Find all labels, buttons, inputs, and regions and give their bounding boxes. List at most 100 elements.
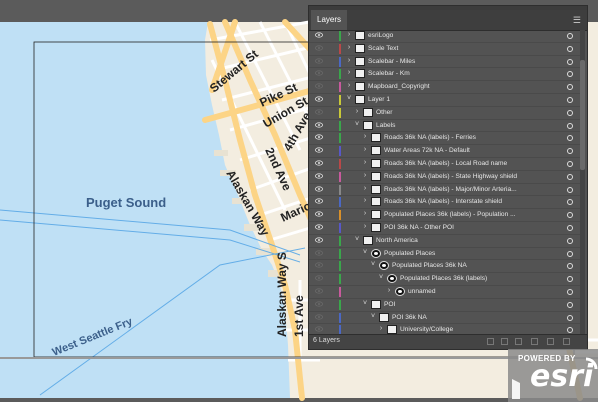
- layer-row[interactable]: ˅ Layer 1: [309, 94, 581, 107]
- target-circle-icon[interactable]: [567, 224, 573, 231]
- layer-row[interactable]: ˅ POI 36k NA: [309, 312, 581, 325]
- target-circle-icon[interactable]: [567, 199, 573, 206]
- target-circle-icon[interactable]: [567, 263, 573, 270]
- lock-toggle[interactable]: [327, 261, 336, 271]
- lock-toggle[interactable]: [327, 95, 336, 105]
- target-circle-icon[interactable]: [567, 173, 573, 180]
- visibility-eye-icon[interactable]: [315, 275, 323, 281]
- lock-toggle[interactable]: [327, 108, 336, 118]
- target-circle-icon[interactable]: [567, 33, 573, 39]
- target-circle-icon[interactable]: [567, 96, 573, 103]
- export-icon[interactable]: [487, 338, 494, 345]
- lock-toggle[interactable]: [327, 223, 336, 233]
- hamburger-menu-icon[interactable]: ☰: [573, 15, 581, 26]
- target-circle-icon[interactable]: [567, 71, 573, 78]
- visibility-eye-icon[interactable]: [315, 301, 323, 307]
- lock-toggle[interactable]: [327, 185, 336, 195]
- layer-row[interactable]: › POI 36k NA - Other POI: [309, 222, 581, 235]
- visibility-eye-icon[interactable]: [315, 121, 323, 128]
- new-layer-icon[interactable]: [547, 338, 554, 345]
- scrollbar-thumb[interactable]: [580, 60, 585, 170]
- target-circle-icon[interactable]: [567, 288, 573, 295]
- lock-toggle[interactable]: [327, 159, 336, 169]
- make-clipping-mask-icon[interactable]: [515, 338, 522, 345]
- visibility-eye-icon[interactable]: [315, 109, 323, 115]
- layer-list-scrollbar[interactable]: [580, 30, 585, 336]
- target-circle-icon[interactable]: [567, 237, 573, 244]
- target-circle-icon[interactable]: [567, 301, 573, 308]
- target-circle-icon[interactable]: [567, 135, 573, 142]
- visibility-eye-icon[interactable]: [315, 288, 323, 294]
- lock-toggle[interactable]: [327, 146, 336, 156]
- chevron-right-icon[interactable]: ›: [361, 146, 369, 153]
- lock-toggle[interactable]: [327, 210, 336, 220]
- lock-toggle[interactable]: [327, 197, 336, 207]
- chevron-down-icon[interactable]: ˅: [377, 274, 385, 281]
- layer-row[interactable]: › Roads 36k NA (labels) - Ferries: [309, 132, 581, 146]
- chevron-right-icon[interactable]: ›: [361, 210, 369, 217]
- visibility-eye-icon[interactable]: [315, 237, 323, 243]
- layer-row[interactable]: ˅ Populated Places 36k (labels): [309, 273, 581, 286]
- visibility-eye-icon[interactable]: [315, 83, 323, 89]
- visibility-eye-icon[interactable]: [315, 211, 323, 217]
- chevron-down-icon[interactable]: ˅: [353, 121, 361, 128]
- layer-row[interactable]: ˅ North America: [309, 235, 581, 248]
- lock-toggle[interactable]: [327, 44, 336, 54]
- target-circle-icon[interactable]: [567, 250, 573, 257]
- target-circle-icon[interactable]: [567, 327, 573, 334]
- layer-row[interactable]: › Roads 36k NA (labels) - State Highway s…: [309, 171, 581, 184]
- lock-toggle[interactable]: [327, 172, 336, 182]
- visibility-eye-icon[interactable]: [315, 173, 323, 179]
- chevron-right-icon[interactable]: ›: [385, 287, 393, 294]
- lock-toggle[interactable]: [327, 300, 336, 310]
- target-circle-icon[interactable]: [567, 84, 573, 91]
- visibility-eye-icon[interactable]: [315, 249, 323, 256]
- layer-row[interactable]: › Mapboard_Copyright: [309, 81, 581, 94]
- lock-toggle[interactable]: [327, 249, 336, 259]
- target-circle-icon[interactable]: [567, 314, 573, 321]
- chevron-right-icon[interactable]: ›: [361, 197, 369, 204]
- visibility-eye-icon[interactable]: [315, 198, 323, 204]
- layer-row[interactable]: ˅ Populated Places 36k NA: [309, 260, 581, 274]
- lock-toggle[interactable]: [327, 31, 336, 41]
- chevron-right-icon[interactable]: ›: [377, 325, 385, 332]
- layer-row[interactable]: ˅ Labels: [309, 120, 581, 133]
- lock-toggle[interactable]: [327, 133, 336, 143]
- visibility-eye-icon[interactable]: [315, 45, 323, 51]
- target-circle-icon[interactable]: [567, 109, 573, 116]
- visibility-eye-icon[interactable]: [315, 224, 323, 230]
- trash-icon[interactable]: [563, 338, 570, 345]
- lock-toggle[interactable]: [327, 274, 336, 284]
- chevron-down-icon[interactable]: ˅: [361, 249, 369, 256]
- chevron-right-icon[interactable]: ›: [345, 82, 353, 89]
- target-circle-icon[interactable]: [567, 212, 573, 219]
- lock-toggle[interactable]: [327, 236, 336, 246]
- visibility-eye-icon[interactable]: [315, 96, 323, 102]
- lock-toggle[interactable]: [327, 69, 336, 79]
- layer-row[interactable]: › Water Areas 72k NA - Default: [309, 145, 581, 158]
- chevron-right-icon[interactable]: ›: [345, 57, 353, 64]
- layer-row[interactable]: › Roads 36k NA (labels) - Interstate shie…: [309, 196, 581, 210]
- layer-row[interactable]: › Scalebar - Km: [309, 68, 581, 82]
- tab-layers[interactable]: Layers: [311, 10, 348, 30]
- lock-toggle[interactable]: [327, 313, 336, 323]
- target-circle-icon[interactable]: [567, 148, 573, 155]
- target-circle-icon[interactable]: [567, 160, 573, 167]
- layer-row[interactable]: ˅ POI: [309, 299, 581, 312]
- visibility-eye-icon[interactable]: [315, 185, 323, 192]
- chevron-right-icon[interactable]: ›: [345, 31, 353, 38]
- chevron-right-icon[interactable]: ›: [361, 185, 369, 192]
- visibility-eye-icon[interactable]: [315, 313, 323, 320]
- visibility-eye-icon[interactable]: [315, 160, 323, 166]
- layer-row[interactable]: ˅ Populated Places: [309, 248, 581, 261]
- chevron-right-icon[interactable]: ›: [353, 108, 361, 115]
- lock-toggle[interactable]: [327, 287, 336, 297]
- visibility-eye-icon[interactable]: [315, 262, 323, 268]
- chevron-right-icon[interactable]: ›: [361, 133, 369, 140]
- locate-object-icon[interactable]: [501, 338, 508, 345]
- lock-toggle[interactable]: [327, 82, 336, 92]
- chevron-down-icon[interactable]: ˅: [369, 313, 377, 320]
- chevron-right-icon[interactable]: ›: [345, 69, 353, 76]
- chevron-down-icon[interactable]: ˅: [345, 95, 353, 102]
- visibility-eye-icon[interactable]: [315, 147, 323, 153]
